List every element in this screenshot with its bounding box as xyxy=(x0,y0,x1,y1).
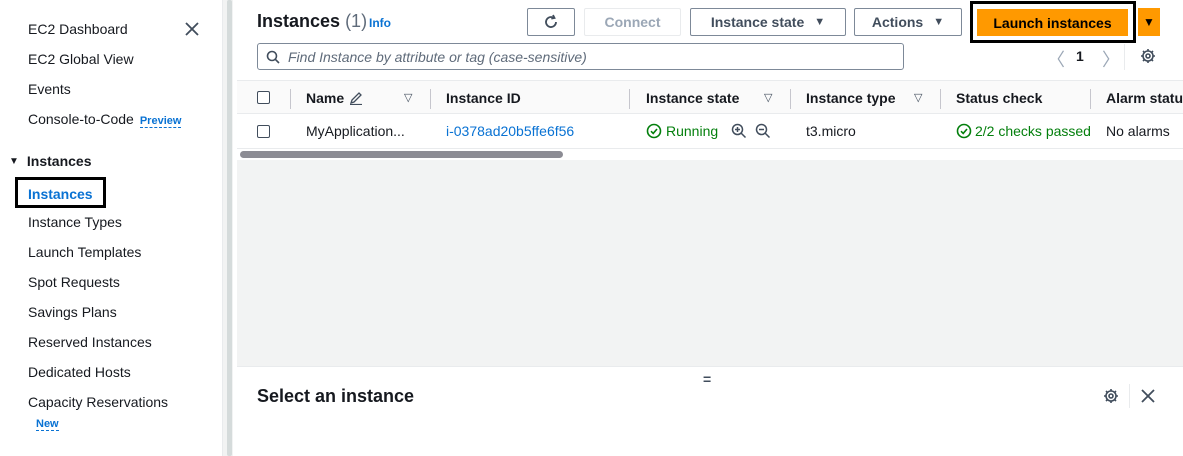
column-header-instance-type[interactable]: Instance type xyxy=(806,90,895,106)
sidebar-item-capacity-reservations[interactable]: Capacity Reservations xyxy=(28,394,168,410)
sidebar-item-spot-requests[interactable]: Spot Requests xyxy=(28,274,120,290)
column-header-instance-id[interactable]: Instance ID xyxy=(446,90,521,106)
details-panel: = Select an instance xyxy=(237,366,1183,456)
select-all-checkbox[interactable] xyxy=(257,91,270,104)
connect-button[interactable]: Connect xyxy=(584,8,681,36)
column-separator xyxy=(790,89,791,109)
sidebar: EC2 Dashboard EC2 Global View Events Con… xyxy=(0,0,222,456)
column-separator xyxy=(1090,89,1091,109)
row-checkbox[interactable] xyxy=(257,125,270,138)
search-icon xyxy=(266,50,280,64)
launch-highlight: Launch instances xyxy=(970,1,1136,43)
cell-name: MyApplication... xyxy=(306,123,405,139)
new-badge[interactable]: New xyxy=(36,418,59,431)
table-empty-area xyxy=(237,160,1183,366)
sidebar-section-label: Instances xyxy=(26,153,92,169)
zoom-out-icon[interactable] xyxy=(755,123,771,139)
sidebar-item-instances[interactable]: Instances xyxy=(15,177,106,208)
column-header-name[interactable]: Name xyxy=(306,90,344,106)
launch-dropdown-button[interactable]: ▼ xyxy=(1138,8,1160,36)
check-circle-icon xyxy=(646,123,662,139)
sidebar-item-savings-plans[interactable]: Savings Plans xyxy=(28,304,117,320)
actions-button[interactable]: Actions ▼ xyxy=(854,8,962,36)
sidebar-item-console-to-code[interactable]: Console-to-Code Preview xyxy=(28,111,182,128)
gear-icon[interactable] xyxy=(1103,388,1119,404)
page-title-text: Instances xyxy=(257,11,341,31)
cell-alarm-status: No alarms xyxy=(1106,123,1170,139)
actions-label: Actions xyxy=(871,14,924,30)
info-link[interactable]: Info xyxy=(369,16,391,30)
cell-instance-state: Running xyxy=(646,123,718,139)
caret-down-icon: ▼ xyxy=(1143,15,1155,29)
column-header-status-check[interactable]: Status check xyxy=(956,90,1042,106)
close-icon[interactable] xyxy=(183,20,201,38)
instance-count: (1) xyxy=(345,11,368,31)
table-header: Name ▽ Instance ID Instance state ▽ Inst… xyxy=(237,80,1183,114)
column-separator xyxy=(629,89,630,109)
column-header-alarm-status[interactable]: Alarm status xyxy=(1106,90,1183,106)
check-circle-icon xyxy=(956,123,972,139)
caret-down-icon: ▼ xyxy=(933,16,945,28)
sidebar-item-label: Console-to-Code xyxy=(28,111,134,127)
instance-state-label: Instance state xyxy=(710,14,805,30)
horizontal-scrollbar[interactable] xyxy=(240,151,563,158)
sidebar-item-dedicated-hosts[interactable]: Dedicated Hosts xyxy=(28,364,131,380)
divider xyxy=(1129,384,1130,408)
sidebar-item-ec2-dashboard[interactable]: EC2 Dashboard xyxy=(28,21,128,37)
sidebar-item-launch-templates[interactable]: Launch Templates xyxy=(28,244,141,260)
search-input[interactable] xyxy=(288,48,878,65)
sidebar-item-instance-types[interactable]: Instance Types xyxy=(28,214,122,230)
page-number[interactable]: 1 xyxy=(1076,48,1084,64)
search-field[interactable] xyxy=(257,43,904,70)
state-label: Running xyxy=(666,123,719,139)
instance-state-button[interactable]: Instance state ▼ xyxy=(690,8,846,36)
column-separator xyxy=(940,89,941,109)
sort-icon[interactable]: ▽ xyxy=(914,91,922,104)
status-check-label: 2/2 checks passed xyxy=(975,123,1091,139)
sort-icon[interactable]: ▽ xyxy=(404,91,412,104)
caret-down-icon: ▼ xyxy=(814,16,826,28)
cell-instance-id[interactable]: i-0378ad20b5ffe6f56 xyxy=(446,123,574,139)
refresh-button[interactable] xyxy=(527,8,575,36)
divider xyxy=(1124,44,1125,70)
column-separator xyxy=(290,89,291,109)
drag-handle-icon[interactable]: = xyxy=(703,371,711,387)
gear-icon[interactable] xyxy=(1140,48,1156,64)
column-separator xyxy=(430,89,431,109)
cell-instance-type: t3.micro xyxy=(806,123,856,139)
page-title: Instances (1) xyxy=(257,11,367,32)
details-title: Select an instance xyxy=(257,386,415,406)
cell-status-check: 2/2 checks passed xyxy=(956,123,1091,139)
column-header-instance-state[interactable]: Instance state xyxy=(646,90,739,106)
chevron-right-icon[interactable]: 〉 xyxy=(1102,46,1120,72)
preview-badge[interactable]: Preview xyxy=(139,115,182,128)
launch-instances-button[interactable]: Launch instances xyxy=(977,9,1128,36)
divider xyxy=(237,148,1183,149)
edit-icon xyxy=(349,92,362,105)
sidebar-item-label: Instances xyxy=(28,186,93,202)
sidebar-item-events[interactable]: Events xyxy=(28,81,71,97)
sidebar-item-reserved-instances[interactable]: Reserved Instances xyxy=(28,334,152,350)
main-panel: Instances (1) Info Connect Instance stat… xyxy=(237,0,1183,456)
caret-down-icon: ▼ xyxy=(9,155,19,167)
sidebar-item-ec2-global-view[interactable]: EC2 Global View xyxy=(28,51,134,67)
sort-icon[interactable]: ▽ xyxy=(764,91,772,104)
zoom-in-icon[interactable] xyxy=(731,123,747,139)
resize-handle[interactable] xyxy=(227,0,232,456)
close-icon[interactable] xyxy=(1140,388,1156,404)
sidebar-section-instances[interactable]: ▼ Instances xyxy=(9,153,92,169)
chevron-left-icon[interactable]: 〈 xyxy=(1047,46,1065,72)
table-row[interactable]: MyApplication... i-0378ad20b5ffe6f56 Run… xyxy=(237,114,1183,148)
refresh-icon xyxy=(545,14,557,28)
